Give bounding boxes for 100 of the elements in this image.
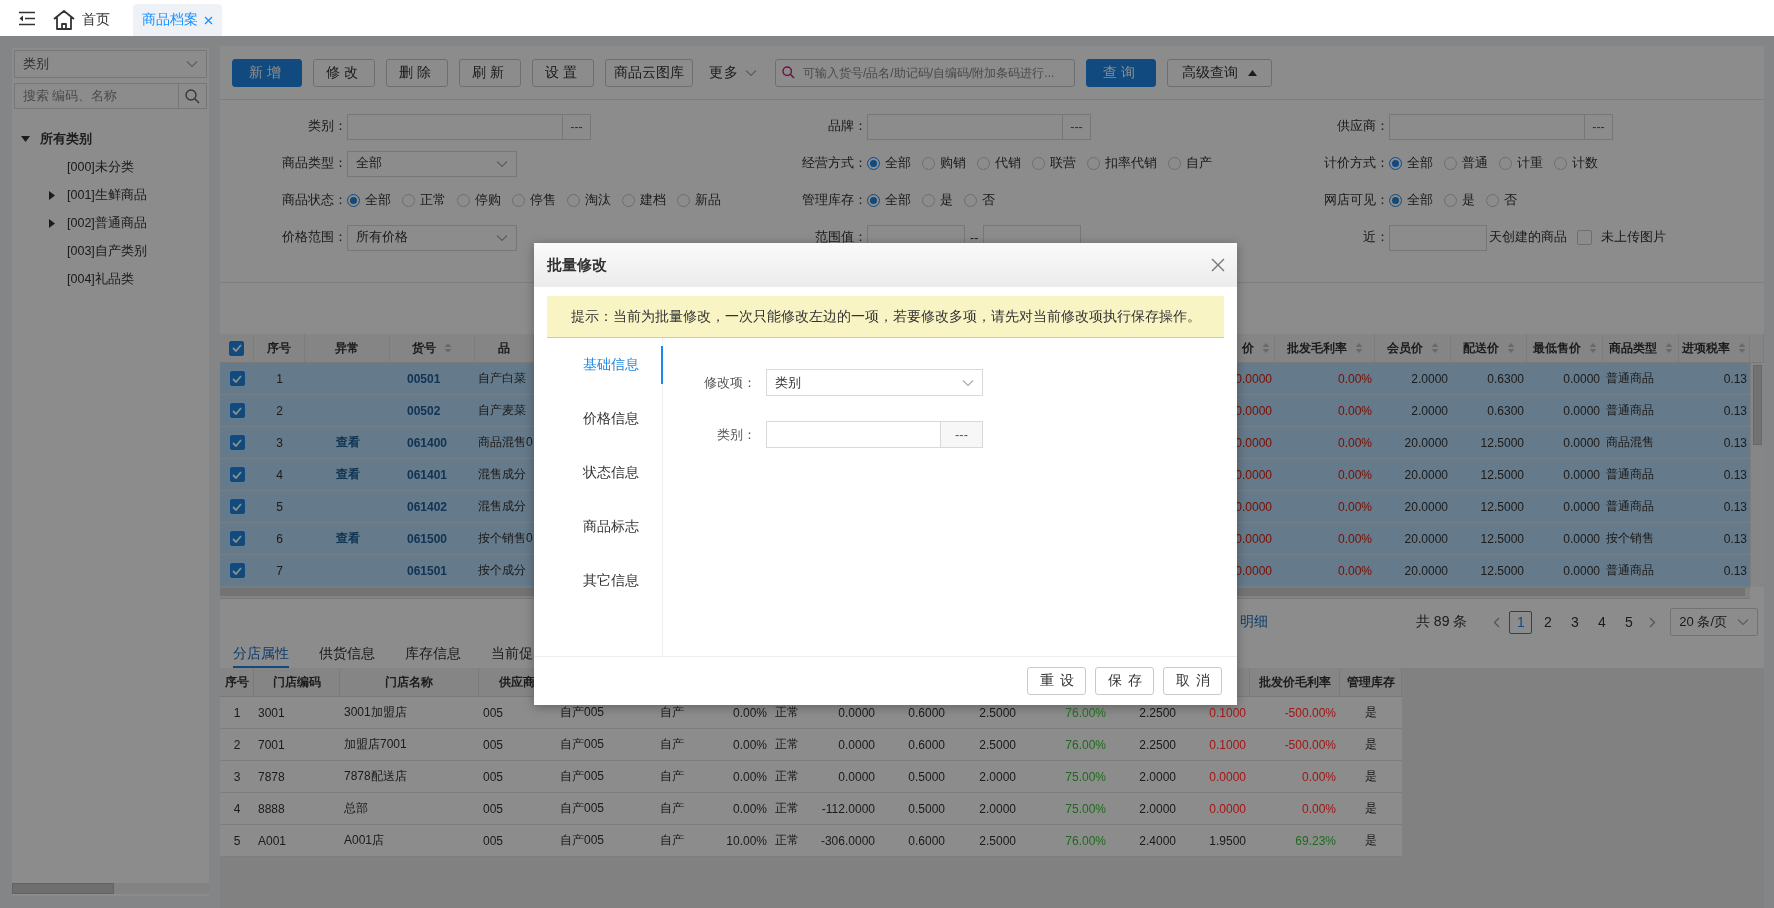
page-size-select[interactable]: 20 条/页 [1670,608,1758,636]
query-button[interactable]: 查询 [1086,58,1156,87]
page-button[interactable]: 3 [1563,610,1587,634]
radio-button[interactable]: 全部 [1389,192,1433,209]
radio-button[interactable]: 停售 [512,192,556,209]
checkbox[interactable] [1577,230,1592,245]
input-field[interactable] [766,421,941,448]
checkbox[interactable] [229,371,245,386]
select-field[interactable]: 全部 [347,150,517,177]
picker-button[interactable]: --- [1063,113,1091,140]
column-header[interactable]: 序号 [254,334,305,362]
radio-button[interactable]: 扣率代销 [1087,155,1157,172]
checkbox[interactable] [229,467,245,482]
radio-button[interactable]: 否 [1486,192,1517,209]
radio-button[interactable]: 淘汰 [567,192,611,209]
page-button[interactable]: 2 [1536,610,1560,634]
nav-tab[interactable]: 基础信息 [547,346,663,384]
radio-button[interactable]: 代销 [977,155,1021,172]
radio-button[interactable]: 自产 [1168,155,1212,172]
column-header[interactable]: 管理库存 [1340,668,1402,696]
checkbox[interactable] [229,531,245,546]
radio-button[interactable]: 联营 [1032,155,1076,172]
column-header[interactable]: 最低售价 [1527,334,1603,362]
home-tab[interactable]: 首页 [44,4,119,36]
expand-icon[interactable] [49,190,55,200]
search-field[interactable]: 可输入货号/品名/助记码/自编码/附加条码进行... [775,58,1075,87]
column-header[interactable]: 门店编码 [254,668,340,696]
close-icon[interactable] [204,15,213,25]
view-link[interactable]: 查看 [335,434,360,451]
next-page-icon[interactable] [1649,616,1657,628]
radio-button[interactable]: 正常 [402,192,446,209]
select-field[interactable]: 类别 [766,369,983,396]
detail-tab[interactable]: 供货信息 [319,645,375,668]
radio-button[interactable]: 停购 [457,192,501,209]
tree-item[interactable]: [002]普通商品 [67,214,147,232]
close-icon[interactable] [1211,258,1225,272]
checkbox-option[interactable]: 未上传图片 [1577,229,1666,246]
radio-button[interactable]: 是 [922,192,953,209]
checkbox[interactable] [229,340,244,356]
column-header[interactable]: 进项税率 [1679,334,1750,362]
toolbar-button[interactable]: 刷新 [459,58,521,87]
search-button[interactable] [179,83,207,109]
cancel-button[interactable]: 取消 [1163,667,1222,695]
column-header[interactable]: 会员价 [1375,334,1451,362]
save-button[interactable]: 保存 [1095,667,1154,695]
nav-tab[interactable]: 价格信息 [547,400,663,438]
page-button[interactable]: 1 [1509,610,1533,634]
radio-button[interactable]: 全部 [867,192,911,209]
checkbox[interactable] [229,563,245,578]
more-menu-button[interactable]: 更多 [704,58,762,87]
page-tab[interactable]: 商品档案 [133,4,222,36]
toolbar-button[interactable]: 修改 [313,58,375,87]
column-header[interactable]: 批发毛利率 [1275,334,1375,362]
radio-button[interactable]: 普通 [1444,155,1488,172]
radio-button[interactable]: 建档 [622,192,666,209]
toolbar-button[interactable]: 删除 [386,58,448,87]
toolbar-button[interactable]: 商品云图库 [605,58,693,87]
picker-button[interactable]: --- [941,421,983,448]
advanced-query-button[interactable]: 高级查询 [1167,58,1272,87]
view-link[interactable]: 查看 [335,530,360,547]
column-header[interactable]: 异常 [305,334,390,362]
detail-tab[interactable]: 当前促 [491,645,533,668]
detail-tab[interactable]: 库存信息 [405,645,461,668]
picker-button[interactable]: --- [563,113,591,140]
tree-item[interactable]: [004]礼品类 [67,270,134,288]
add-button[interactable]: 新增 [232,58,302,87]
tree-item[interactable]: 所有类别 [40,130,92,148]
picker-button[interactable]: --- [1585,113,1613,140]
search-field[interactable]: 搜索 编码、名称 [14,83,179,109]
view-link[interactable]: 查看 [335,466,360,483]
tree-item[interactable]: [001]生鲜商品 [67,186,147,204]
radio-button[interactable]: 全部 [1389,155,1433,172]
reset-button[interactable]: 重设 [1027,667,1086,695]
radio-button[interactable]: 是 [1444,192,1475,209]
menu-icon[interactable] [18,10,36,26]
column-header[interactable]: 商品类型 [1603,334,1679,362]
scrollbar[interactable] [12,883,209,894]
detail-link[interactable]: 明细 [1240,613,1268,631]
prev-page-icon[interactable] [1493,616,1501,628]
scrollbar[interactable] [1750,363,1764,587]
nav-tab[interactable]: 其它信息 [547,562,663,600]
tree-item[interactable]: [000]未分类 [67,158,134,176]
radio-button[interactable]: 购销 [922,155,966,172]
radio-button[interactable]: 全部 [347,192,391,209]
toolbar-button[interactable]: 设置 [532,58,594,87]
column-header[interactable]: 配送价 [1451,334,1527,362]
nav-tab[interactable]: 状态信息 [547,454,663,492]
tree-item[interactable]: [003]自产类别 [67,242,147,260]
column-header[interactable]: 序号 [220,668,254,696]
page-button[interactable]: 4 [1590,610,1614,634]
collapse-icon[interactable] [20,135,30,143]
category-select[interactable]: 类别 [14,50,207,78]
radio-button[interactable]: 新品 [677,192,721,209]
radio-button[interactable]: 计数 [1554,155,1598,172]
checkbox[interactable] [229,435,245,450]
column-header[interactable]: 门店名称 [340,668,479,696]
column-header[interactable]: 批发价毛利率 [1250,668,1340,696]
expand-icon[interactable] [49,218,55,228]
radio-button[interactable]: 否 [964,192,995,209]
checkbox[interactable] [229,499,245,514]
